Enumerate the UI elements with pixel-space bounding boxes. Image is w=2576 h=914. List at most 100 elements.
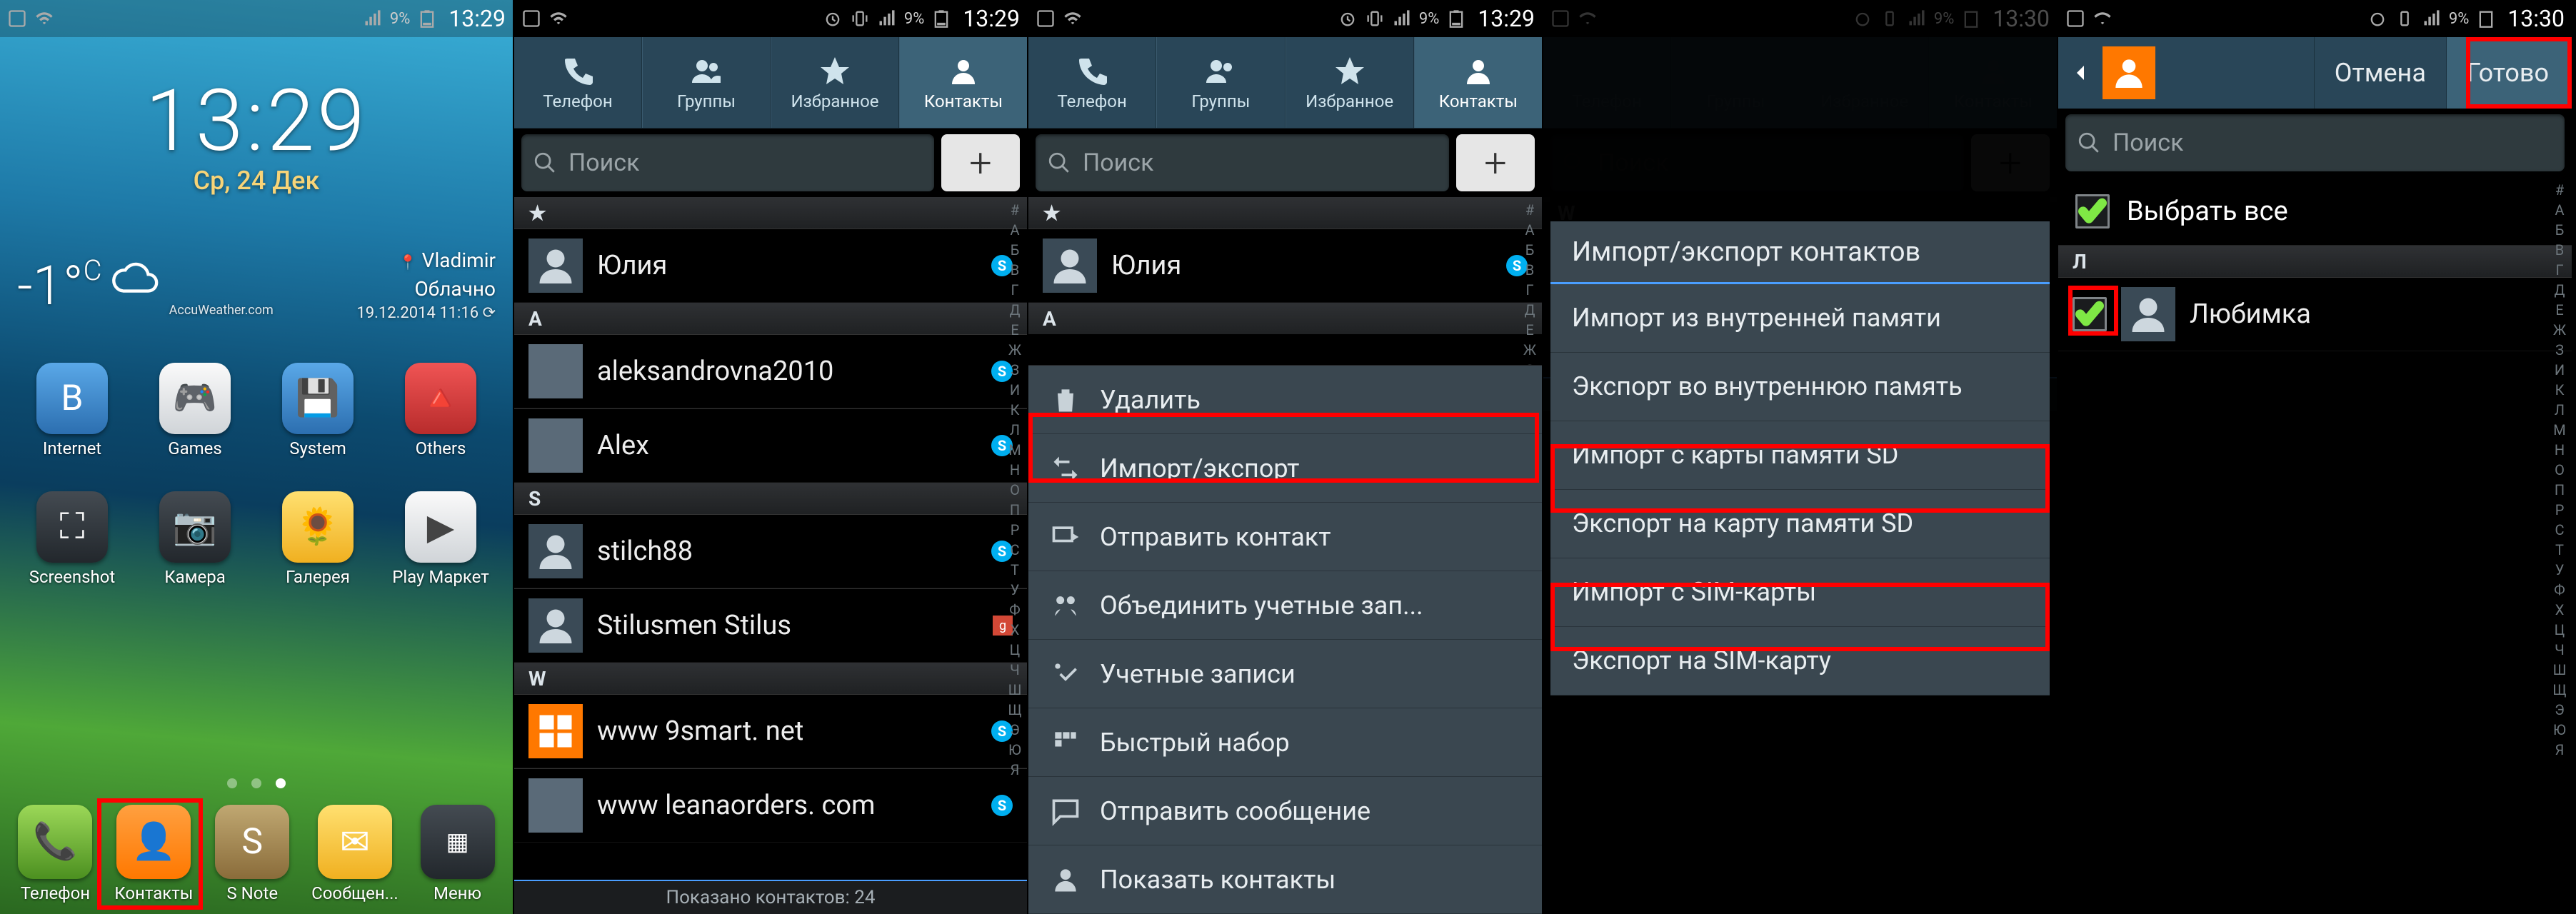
cancel-button[interactable]: Отмена <box>2314 37 2446 109</box>
dialog-import-sim[interactable]: Импорт с SIM-карты <box>1550 558 2050 627</box>
app-others[interactable]: 🔺Others <box>383 363 498 484</box>
az-letter[interactable]: Ц <box>1003 640 1027 660</box>
az-letter[interactable]: Е <box>2547 300 2572 320</box>
app-screenshot[interactable]: ⛶Screenshot <box>14 491 130 613</box>
tab-phone[interactable]: Телефон <box>514 37 642 128</box>
az-letter[interactable]: # <box>1003 200 1027 220</box>
az-letter[interactable]: Э <box>1003 720 1027 740</box>
az-letter[interactable]: Ж <box>2547 320 2572 340</box>
app-playmarket[interactable]: ▶Play Маркет <box>383 491 498 613</box>
az-letter[interactable]: Ю <box>2547 720 2572 740</box>
az-letter[interactable]: Д <box>1518 300 1542 320</box>
tab-favorites[interactable]: Избранное <box>771 37 899 128</box>
dialog-export-internal[interactable]: Экспорт во внутреннюю память <box>1550 353 2050 421</box>
dock-phone[interactable]: 📞Телефон <box>18 805 92 903</box>
az-letter[interactable]: # <box>1518 200 1542 220</box>
az-letter[interactable]: Н <box>1003 460 1027 480</box>
done-button[interactable]: Готово <box>2446 37 2569 109</box>
az-letter[interactable]: Л <box>1003 420 1027 440</box>
az-letter[interactable]: Б <box>2547 220 2572 240</box>
az-letter[interactable]: Ж <box>1003 340 1027 360</box>
az-letter[interactable]: О <box>2547 460 2572 480</box>
az-letter[interactable]: Е <box>1003 320 1027 340</box>
az-letter[interactable]: М <box>1003 440 1027 460</box>
az-letter[interactable]: Б <box>1003 240 1027 260</box>
contact-row[interactable]: Alex S <box>514 408 1027 483</box>
az-letter[interactable]: Щ <box>2547 680 2572 700</box>
az-letter[interactable]: Н <box>2547 440 2572 460</box>
az-letter[interactable]: Т <box>2547 540 2572 560</box>
az-letter[interactable]: С <box>1003 540 1027 560</box>
tab-contacts[interactable]: Контакты <box>899 37 1027 128</box>
dock-snote[interactable]: SS Note <box>215 805 289 903</box>
az-letter[interactable]: А <box>2547 200 2572 220</box>
az-letter[interactable]: Ю <box>1003 740 1027 760</box>
az-letter[interactable]: Г <box>1518 280 1542 300</box>
menu-send-contact[interactable]: Отправить контакт <box>1028 503 1542 571</box>
select-all-checkbox[interactable] <box>2075 194 2110 228</box>
az-letter[interactable]: Г <box>2547 260 2572 280</box>
az-letter[interactable]: О <box>1003 480 1027 500</box>
contact-row[interactable]: www 9smart. net S <box>514 694 1027 768</box>
contact-row[interactable]: ЮлияS <box>1028 228 1542 303</box>
az-letter[interactable]: Д <box>2547 280 2572 300</box>
az-letter[interactable]: Ф <box>2547 580 2572 600</box>
tab-groups[interactable]: Группы <box>1156 37 1285 128</box>
az-letter[interactable]: Е <box>1518 320 1542 340</box>
dialog-export-sd[interactable]: Экспорт на карту памяти SD <box>1550 490 2050 558</box>
az-letter[interactable]: К <box>1003 400 1027 420</box>
tab-favorites[interactable]: Избранное <box>1286 37 1414 128</box>
search-box[interactable] <box>1036 134 1449 191</box>
az-letter[interactable]: А <box>1003 220 1027 240</box>
menu-merge-accounts[interactable]: Объединить учетные зап... <box>1028 571 1542 640</box>
az-letter[interactable]: С <box>2547 520 2572 540</box>
tab-phone[interactable]: Телефон <box>1028 37 1156 128</box>
az-letter[interactable]: Щ <box>1003 700 1027 720</box>
search-box[interactable] <box>2065 114 2565 171</box>
az-letter[interactable]: Ф <box>1003 600 1027 620</box>
az-letter[interactable]: В <box>1518 260 1542 280</box>
search-input[interactable] <box>568 149 923 177</box>
az-letter[interactable]: И <box>1003 380 1027 400</box>
az-letter[interactable]: Э <box>2547 700 2572 720</box>
az-letter[interactable]: # <box>2547 180 2572 200</box>
contact-row[interactable]: stilch88 S <box>514 514 1027 588</box>
az-letter[interactable]: П <box>1003 500 1027 520</box>
tab-contacts[interactable]: Контакты <box>1414 37 1542 128</box>
az-letter[interactable]: А <box>1518 220 1542 240</box>
contact-row[interactable]: Stilusmen Stilus g <box>514 588 1027 663</box>
az-letter[interactable]: Б <box>1518 240 1542 260</box>
az-letter[interactable]: Т <box>1003 560 1027 580</box>
clock-widget[interactable]: 13:29 Ср, 24 Дек <box>145 71 367 196</box>
az-letter[interactable]: В <box>1003 260 1027 280</box>
az-letter[interactable]: Я <box>1003 760 1027 780</box>
dock-messages[interactable]: ✉Сообщен... <box>311 805 399 903</box>
add-contact-button[interactable]: + <box>1456 134 1535 191</box>
app-system[interactable]: 💾System <box>260 363 376 484</box>
az-letter[interactable]: Г <box>1003 280 1027 300</box>
contact-row[interactable]: www leanaorders. com S <box>514 768 1027 843</box>
contacts-list[interactable]: ★ Юлия S A aleksandrovna2010 S Alex S S … <box>514 197 1027 880</box>
dialog-import-internal[interactable]: Импорт из внутренней памяти <box>1550 284 2050 353</box>
contact-checkbox[interactable] <box>2073 297 2107 331</box>
az-letter[interactable]: З <box>1003 360 1027 380</box>
dock-menu[interactable]: ▦Меню <box>421 805 495 903</box>
az-letter[interactable]: З <box>2547 340 2572 360</box>
selection-list[interactable]: Выбрать все Л Любимка #АБВГДЕЖЗИКЛМНОПРС… <box>2058 177 2572 914</box>
az-letter[interactable]: У <box>2547 560 2572 580</box>
az-index[interactable]: #АБВГДЕЖЗИКЛМНОПРСТУФХЦЧШЩЭЮЯ <box>1003 197 1027 880</box>
az-letter[interactable]: Ш <box>2547 660 2572 680</box>
az-letter[interactable]: Ч <box>2547 640 2572 660</box>
az-letter[interactable]: Х <box>2547 600 2572 620</box>
selectable-contact-row[interactable]: Любимка <box>2058 277 2572 351</box>
contact-row[interactable]: aleksandrovna2010 S <box>514 334 1027 408</box>
select-all-row[interactable]: Выбрать все <box>2058 177 2572 246</box>
az-letter[interactable]: П <box>2547 480 2572 500</box>
menu-speed-dial[interactable]: Быстрый набор <box>1028 708 1542 777</box>
az-letter[interactable]: Ц <box>2547 620 2572 640</box>
menu-delete[interactable]: Удалить <box>1028 366 1542 434</box>
az-letter[interactable]: Ш <box>1003 680 1027 700</box>
az-letter[interactable]: Ж <box>1518 340 1542 360</box>
app-gallery[interactable]: 🌻Галерея <box>260 491 376 613</box>
dock-contacts[interactable]: 👤Контакты <box>114 805 193 903</box>
